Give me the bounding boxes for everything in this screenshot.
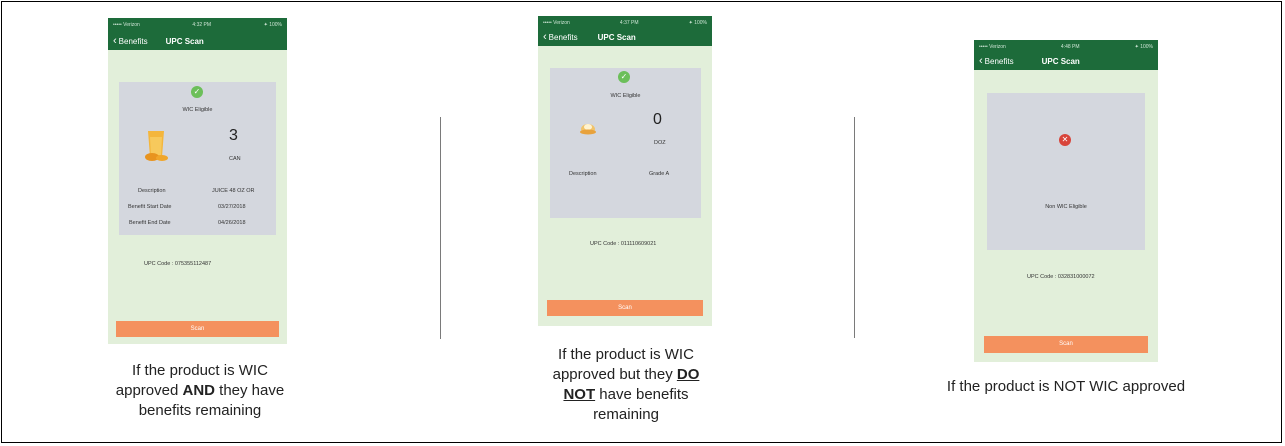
back-button[interactable]: ‹ Benefits (543, 31, 578, 43)
caption-not-eligible: If the product is NOT WIC approved (946, 377, 1186, 397)
caption-eligible-with-benefits: If the product is WIC approved AND they … (110, 361, 290, 421)
status-battery: ✦ 100% (1134, 44, 1153, 50)
caption-emphasis: AND (182, 382, 216, 399)
back-button[interactable]: ‹ Benefits (979, 55, 1014, 67)
status-time: 4:32 PM (192, 22, 212, 28)
detail-value: Grade A (649, 171, 670, 177)
detail-label: Benefit End Date (129, 220, 171, 226)
upc-code: UPC Code : 011110609021 (590, 241, 657, 247)
benefit-unit: DOZ (654, 140, 666, 146)
back-button[interactable]: ‹ Benefits (113, 35, 148, 47)
detail-label: Description (569, 171, 597, 177)
status-carrier: ••••• Verizon (543, 20, 570, 26)
check-circle-icon: ✓ (618, 71, 630, 83)
chevron-left-icon: ‹ (979, 55, 983, 67)
detail-value: JUICE 48 OZ OR (212, 188, 255, 194)
scan-button[interactable]: Scan (116, 321, 279, 337)
result-card: ✕ Non WIC Eligible (987, 93, 1145, 250)
chevron-left-icon: ‹ (113, 35, 117, 47)
check-circle-icon: ✓ (191, 86, 203, 98)
caption-text: If the product is NOT WIC approved (946, 378, 1186, 395)
benefit-quantity: 3 (229, 127, 238, 144)
divider (854, 117, 855, 338)
nav-bar: ••••• Verizon 4:37 PM ✦ 100% ‹ Benefits … (538, 16, 712, 46)
status-time: 4:48 PM (1060, 44, 1080, 50)
status-bar: ••••• Verizon 4:32 PM ✦ 100% (108, 18, 287, 32)
benefit-quantity: 0 (653, 111, 662, 128)
juice-product-icon (144, 127, 170, 163)
detail-value: 03/27/2018 (218, 204, 246, 210)
phone-screen-eligible-no-benefits: ••••• Verizon 4:37 PM ✦ 100% ‹ Benefits … (538, 16, 712, 326)
status-time: 4:37 PM (619, 20, 639, 26)
result-card: ✓ WIC Eligible 0 DOZ Description Grade A (550, 68, 701, 218)
detail-label: Description (138, 188, 166, 194)
status-battery: ✦ 100% (263, 22, 282, 28)
nav-title: UPC Scan (165, 36, 204, 46)
phone-screen-eligible-with-benefits: ••••• Verizon 4:32 PM ✦ 100% ‹ Benefits … (108, 18, 287, 344)
x-circle-icon: ✕ (1059, 134, 1071, 146)
scan-button[interactable]: Scan (547, 300, 703, 316)
phone-screen-not-eligible: ••••• Verizon 4:48 PM ✦ 100% ‹ Benefits … (974, 40, 1158, 362)
eligibility-status: WIC Eligible (610, 93, 641, 99)
detail-value: 04/26/2018 (218, 220, 246, 226)
status-battery: ✦ 100% (688, 20, 707, 26)
back-label: Benefits (984, 56, 1014, 66)
back-label: Benefits (548, 32, 578, 42)
upc-code: UPC Code : 032831000072 (1027, 274, 1095, 280)
nav-bar: ••••• Verizon 4:48 PM ✦ 100% ‹ Benefits … (974, 40, 1158, 70)
nav-title: UPC Scan (1041, 56, 1080, 66)
benefit-unit: CAN (229, 156, 241, 162)
scan-button[interactable]: Scan (984, 336, 1148, 353)
eligibility-status: Non WIC Eligible (1045, 204, 1087, 210)
caption-text: have benefits remaining (593, 386, 689, 423)
back-label: Benefits (118, 36, 148, 46)
divider (440, 117, 441, 339)
upc-code: UPC Code : 075355112487 (144, 261, 212, 267)
nav-title: UPC Scan (597, 32, 636, 42)
nav-bar: ••••• Verizon 4:32 PM ✦ 100% ‹ Benefits … (108, 18, 287, 50)
status-carrier: ••••• Verizon (113, 22, 140, 28)
egg-product-icon (578, 120, 598, 136)
caption-eligible-no-benefits: If the product is WIC approved but they … (536, 345, 716, 425)
caption-text: If the product is WIC approved but they (552, 346, 694, 383)
status-carrier: ••••• Verizon (979, 44, 1006, 50)
chevron-left-icon: ‹ (543, 31, 547, 43)
result-card: ✓ WIC Eligible 3 CAN Description JUICE 4… (119, 82, 276, 235)
eligibility-status: WIC Eligible (182, 107, 213, 113)
detail-label: Benefit Start Date (128, 204, 172, 210)
